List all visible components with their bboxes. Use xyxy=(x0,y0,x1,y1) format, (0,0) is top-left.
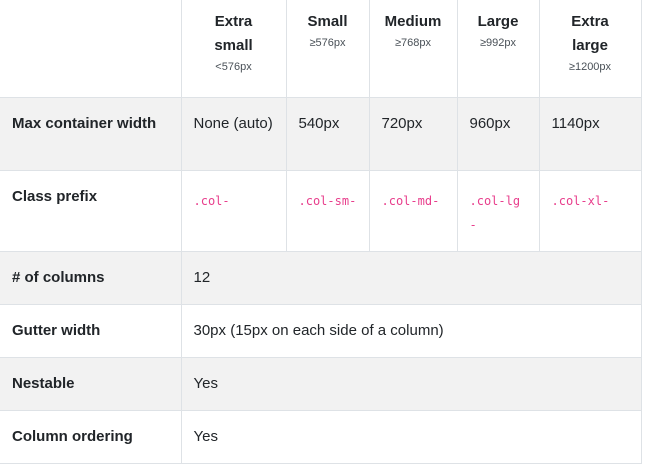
header-corner xyxy=(0,0,182,98)
table-cell: 12 xyxy=(181,251,642,305)
row-label-class-prefix: Class prefix xyxy=(0,170,182,252)
table-row: Nestable Yes xyxy=(0,357,642,411)
header-name-line2: large xyxy=(572,37,608,54)
table-cell: 1140px xyxy=(539,97,642,171)
grid-options-table: Extra small <576px Small ≥576px Medium ≥… xyxy=(0,0,642,464)
row-label-max-container: Max container width xyxy=(0,97,182,171)
class-prefix-code: .col-md- xyxy=(381,193,440,208)
header-name-line1: Large xyxy=(477,13,519,30)
class-prefix-code: .col-sm- xyxy=(298,193,357,208)
header-extra-small: Extra small <576px xyxy=(181,0,287,98)
class-prefix-code: .col-xl- xyxy=(551,193,610,208)
header-large: Large ≥992px xyxy=(457,0,540,98)
table-cell: 540px xyxy=(286,97,370,171)
table-cell: .col-xl- xyxy=(539,170,642,252)
header-name-line1: Small xyxy=(307,13,348,30)
table-row: Class prefix .col- .col-sm- .col-md- .co… xyxy=(0,170,642,252)
header-breakpoint: ≥992px xyxy=(479,37,516,49)
class-prefix-code: .col- xyxy=(193,193,230,208)
table-cell: .col-md- xyxy=(369,170,458,252)
header-breakpoint: <576px xyxy=(215,61,252,73)
row-label-gutter: Gutter width xyxy=(0,304,182,358)
header-extra-large: Extra large ≥1200px xyxy=(539,0,642,98)
table-cell: .col-lg- xyxy=(457,170,540,252)
class-prefix-code: .col-lg- xyxy=(469,193,521,232)
table-cell: 30px (15px on each side of a column) xyxy=(181,304,642,358)
table-row: Column ordering Yes xyxy=(0,410,642,464)
header-name-line1: Medium xyxy=(384,13,442,30)
table-row: # of columns 12 xyxy=(0,251,642,305)
table-row: Max container width None (auto) 540px 72… xyxy=(0,97,642,171)
table-cell: 720px xyxy=(369,97,458,171)
header-breakpoint: ≥576px xyxy=(309,37,346,49)
row-label-columns: # of columns xyxy=(0,251,182,305)
table-row: Gutter width 30px (15px on each side of … xyxy=(0,304,642,358)
table-cell: .col- xyxy=(181,170,287,252)
header-name-line2: small xyxy=(214,37,253,54)
table-cell: Yes xyxy=(181,357,642,411)
table-cell: 960px xyxy=(457,97,540,171)
header-name-line1: Extra xyxy=(571,13,609,30)
header-breakpoint: ≥1200px xyxy=(568,61,612,73)
header-breakpoint: ≥768px xyxy=(394,37,431,49)
table-cell: Yes xyxy=(181,410,642,464)
row-label-nestable: Nestable xyxy=(0,357,182,411)
header-medium: Medium ≥768px xyxy=(369,0,458,98)
row-label-column-ordering: Column ordering xyxy=(0,410,182,464)
header-small: Small ≥576px xyxy=(286,0,370,98)
table-cell: .col-sm- xyxy=(286,170,370,252)
table-cell: None (auto) xyxy=(181,97,287,171)
header-name-line1: Extra xyxy=(214,13,253,30)
